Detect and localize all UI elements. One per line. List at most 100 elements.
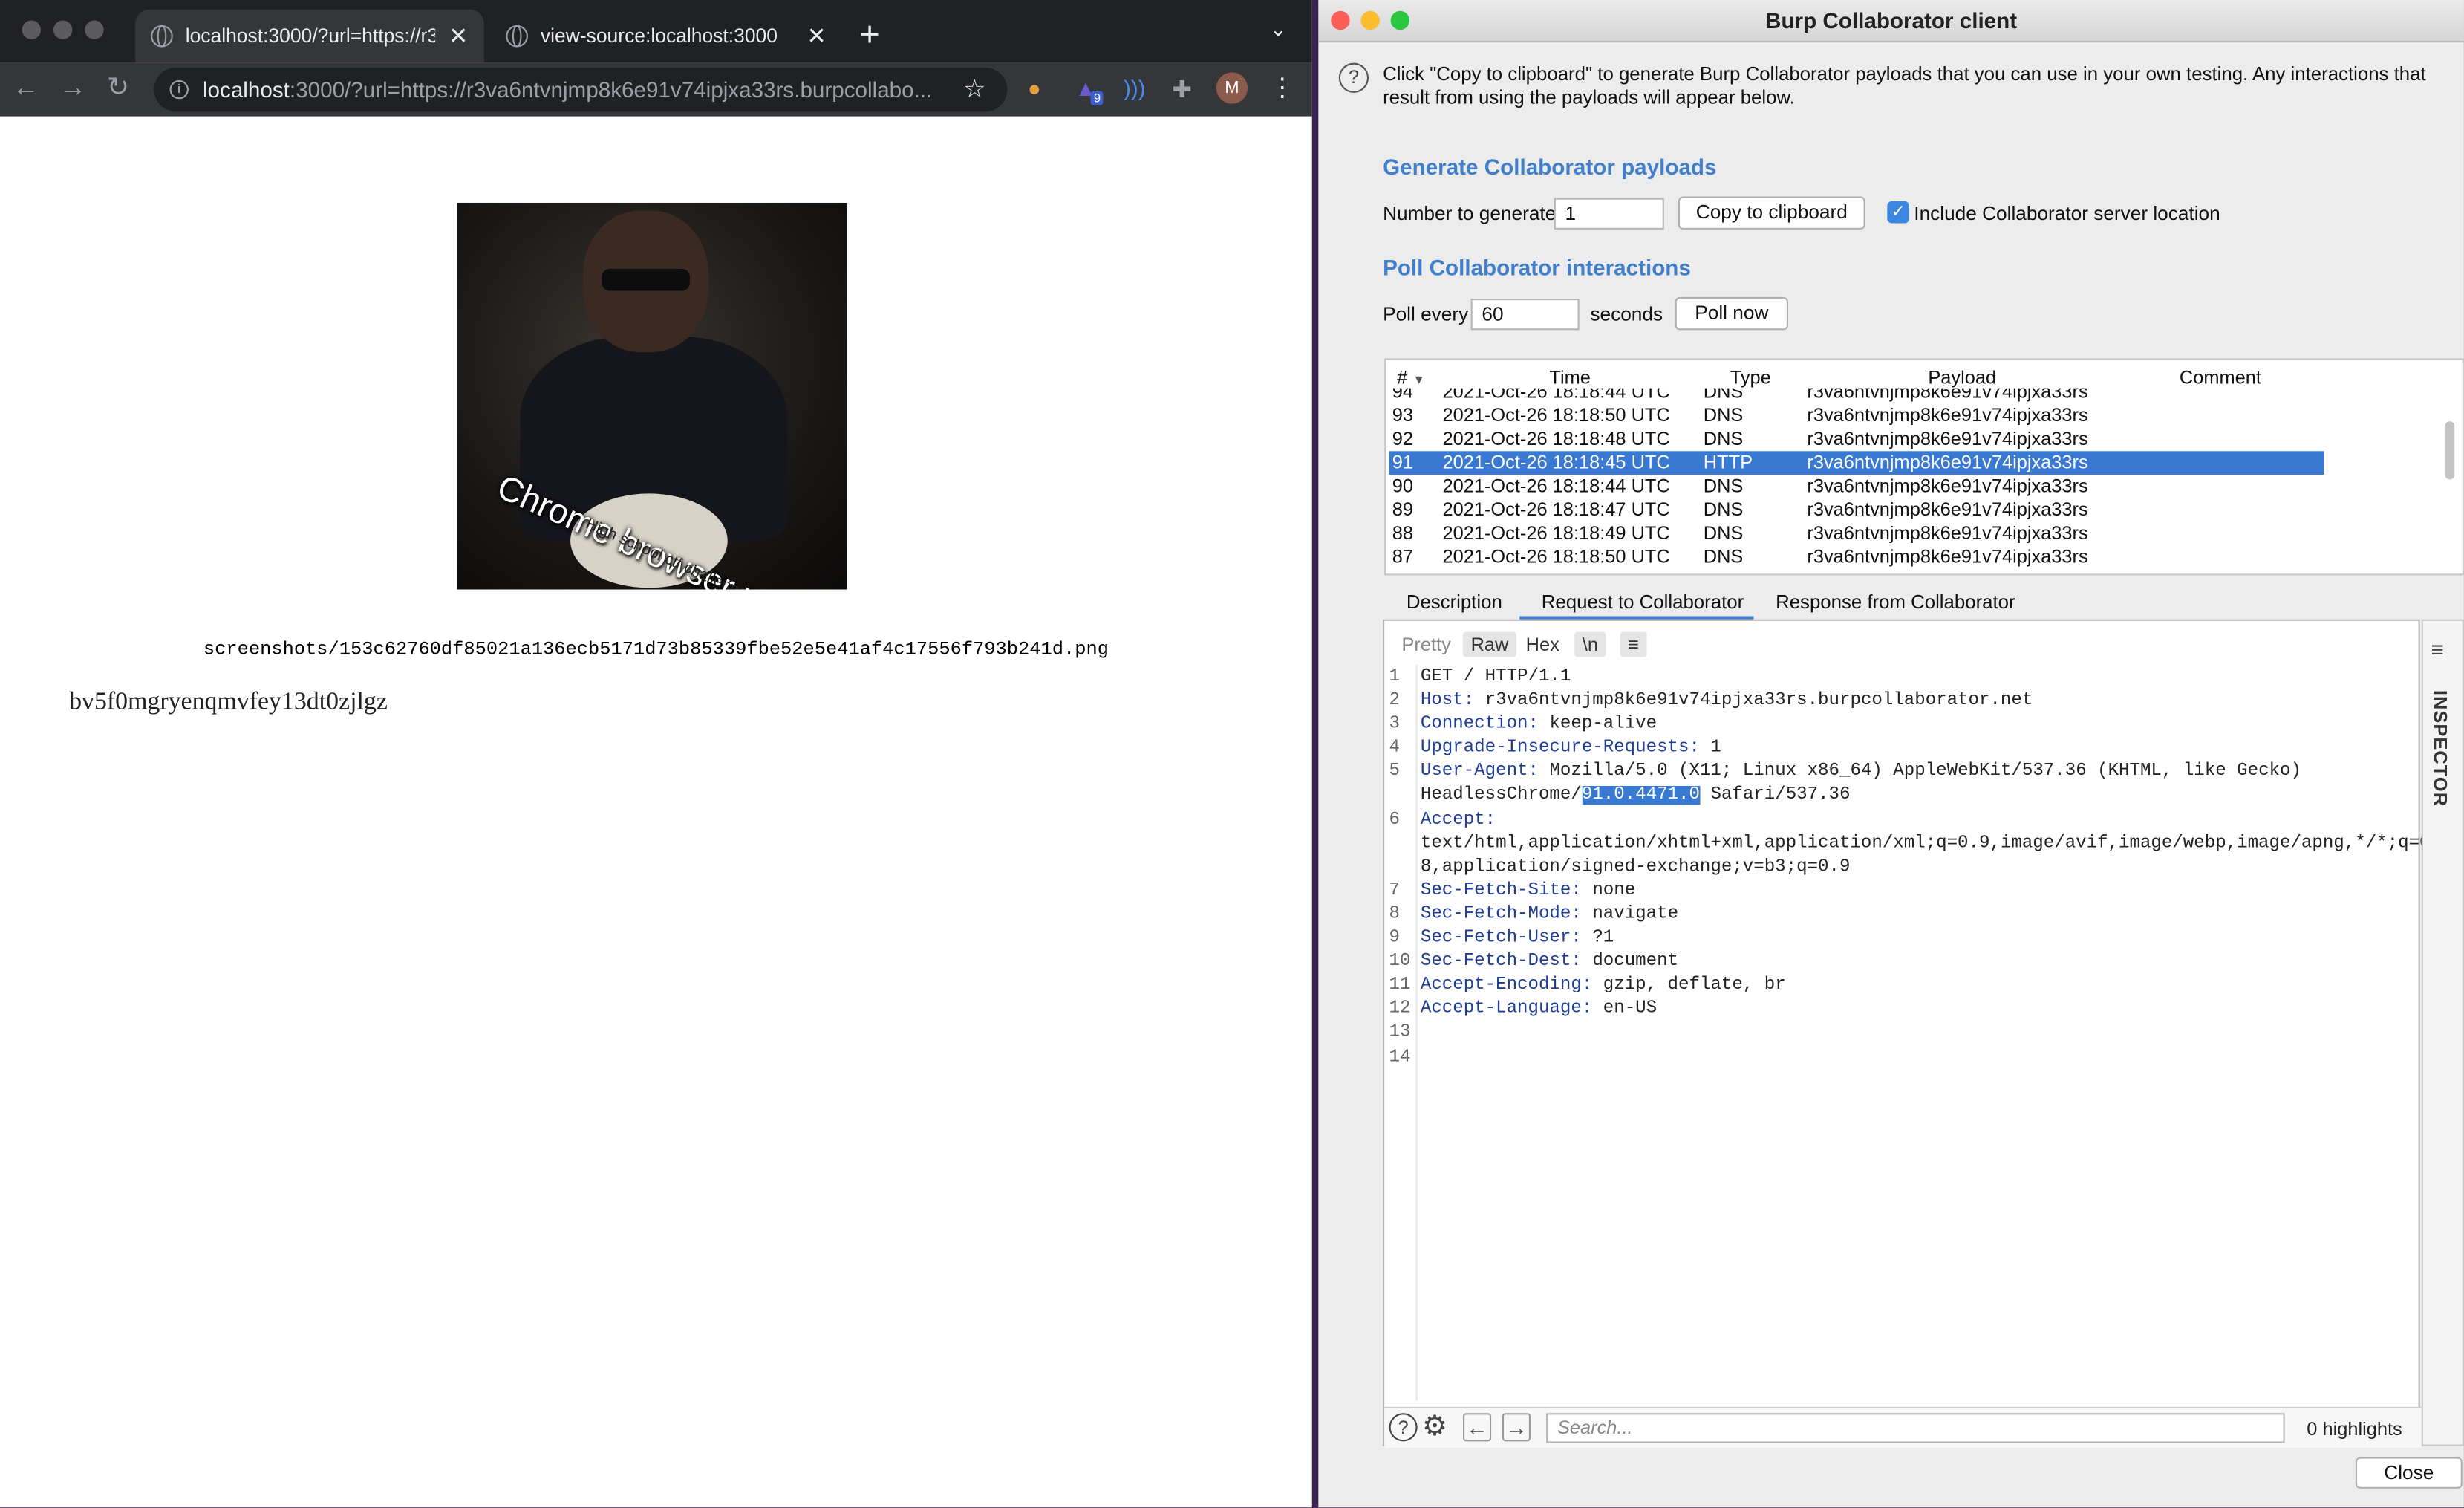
back-icon[interactable]: ← [13,72,39,103]
arrow-right-icon[interactable]: → [1502,1413,1531,1442]
generate-heading: Generate Collaborator payloads [1383,154,1717,180]
poll-heading: Poll Collaborator interactions [1383,254,1691,280]
mode-newline[interactable]: \n [1574,631,1606,657]
cell-payload: r3va6ntvnjmp8k6e91v74ipjxa33rs [1807,545,2088,568]
number-to-generate-label: Number to generate: [1383,202,1562,225]
table-row[interactable]: 91 2021-Oct-26 18:18:45 UTC HTTP r3va6ntvnj… [1389,451,2324,475]
address-bar[interactable]: i localhost:3000/?url=https://r3va6ntvnj… [154,67,1008,112]
cell-payload: r3va6ntvnjmp8k6e91v74ipjxa33rs [1807,451,2088,473]
chevron-down-icon[interactable]: ⌄ [1270,17,1287,42]
include-location-checkbox[interactable]: ✓ [1887,201,1909,224]
line-text: GET / HTTP/1.1 [1421,666,1571,690]
cookie-extension-icon[interactable]: ● [1028,76,1041,101]
header-value: 8,application/signed-exchange;v=b3;q=0.9 [1420,857,1851,877]
tab-request-to-collaborator[interactable]: Request to Collaborator [1519,591,1754,621]
header-key: Sec-Fetch-User: [1420,929,1582,949]
cell-payload: r3va6ntvnjmp8k6e91v74ipjxa33rs [1807,388,2088,403]
help-icon[interactable]: ? [1338,62,1369,93]
header-key: User-Agent: [1420,763,1539,782]
minimize-window-button[interactable] [53,20,73,39]
table-row[interactable]: 93 2021-Oct-26 18:18:50 UTC DNS r3va6ntvnjm… [1389,404,2324,428]
arrow-left-icon[interactable]: ← [1462,1413,1492,1442]
code-line: 6 Accept: [1384,809,2422,833]
gear-icon[interactable]: ⚙ [1422,1410,1447,1443]
column-header-number[interactable]: # ▼ [1397,366,1425,389]
close-window-button[interactable] [22,20,42,39]
header-value: none [1581,881,1636,901]
code-line: 9 Sec-Fetch-User: ?1 [1384,928,2422,952]
tab-response-from-collaborator[interactable]: Response from Collaborator [1776,591,2015,614]
line-number: 14 [1389,1047,1411,1067]
cell-num: 88 [1392,521,1414,545]
line-text: 8,application/signed-exchange;v=b3;q=0.9 [1421,857,1851,880]
menu-icon[interactable]: ≡ [1620,631,1647,657]
menu-icon[interactable]: ⋮ [1270,72,1295,103]
cell-num: 91 [1392,451,1414,473]
cell-payload: r3va6ntvnjmp8k6e91v74ipjxa33rs [1807,498,2088,521]
poll-interval-input[interactable]: 60 [1470,299,1580,331]
table-row[interactable]: 87 2021-Oct-26 18:18:50 UTC DNS r3va6ntvnjm… [1389,545,2324,569]
close-button[interactable]: Close [2355,1457,2463,1489]
poll-now-button[interactable]: Poll now [1675,296,1789,331]
table-row[interactable]: 90 2021-Oct-26 18:18:44 UTC DNS r3va6ntvnjm… [1389,475,2324,498]
tab-view-source[interactable]: view-source:localhost:3000 ✕ [490,10,842,63]
editor-search-bar: ? ⚙ ← → Search... 0 highlights [1384,1406,2422,1448]
puzzle-icon[interactable]: ✚ [1173,76,1193,104]
inspector-panel[interactable]: ≡ INSPECTOR [2421,619,2464,1446]
code-line: 14 [1384,1046,2422,1070]
info-icon[interactable]: i [169,79,189,100]
audio-extension-icon[interactable]: ))) [1124,76,1146,101]
reload-icon[interactable]: ↻ [107,72,129,103]
mode-pretty[interactable]: Pretty [1394,632,1458,657]
request-body[interactable]: 1 GET / HTTP/1.1 2 Host: r3va6ntvnjmp8k6e91… [1384,666,2441,1070]
code-line: 8,application/signed-exchange;v=b3;q=0.9 [1384,857,2422,880]
column-header-time[interactable]: Time [1549,366,1591,389]
line-text: Host: r3va6ntvnjmp8k6e91v74ipjxa33rs.bur… [1421,690,2033,714]
cell-type: DNS [1703,475,1744,497]
header-value: 1 [1699,739,1721,758]
cell-time: 2021-Oct-26 18:18:44 UTC [1442,475,1670,497]
tab-description[interactable]: Description [1407,591,1502,614]
avatar[interactable]: M [1216,72,1248,104]
cell-type: DNS [1703,521,1744,545]
table-row[interactable]: 88 2021-Oct-26 18:18:49 UTC DNS r3va6ntvnjm… [1389,522,2324,546]
code-line: text/html,application/xhtml+xml,applicat… [1384,833,2441,857]
close-icon[interactable]: ✕ [806,22,827,51]
line-number: 11 [1389,976,1411,995]
line-text: Connection: keep-alive [1421,714,1657,738]
cell-time: 2021-Oct-26 18:18:47 UTC [1442,498,1670,521]
column-header-type[interactable]: Type [1730,366,1771,389]
copy-to-clipboard-button[interactable]: Copy to clipboard [1678,196,1865,230]
mode-hex[interactable]: Hex [1518,632,1567,657]
header-value: Mozilla/5.0 (X11; Linux x86_64) AppleWeb… [1538,763,2301,782]
star-icon[interactable]: ☆ [963,74,985,105]
line-number: 12 [1389,1000,1411,1019]
browser-toolbar: ← → ↻ i localhost:3000/?url=https://r3va… [0,62,1312,117]
header-key: Accept-Language: [1420,1000,1593,1019]
close-window-button[interactable] [1331,10,1350,30]
cell-time: 2021-Oct-26 18:18:45 UTC [1442,451,1670,473]
line-number: 7 [1389,881,1401,901]
zoom-window-button[interactable] [1390,10,1410,30]
header-value: r3va6ntvnjmp8k6e91v74ipjxa33rs.burpcolla… [1474,692,2033,711]
number-to-generate-input[interactable]: 1 [1554,198,1664,230]
cell-time: 2021-Oct-26 18:18:50 UTC [1442,403,1670,426]
header-key: Host: [1420,692,1475,711]
close-icon[interactable]: ✕ [449,22,469,51]
forward-icon[interactable]: → [59,72,86,103]
table-row[interactable]: 89 2021-Oct-26 18:18:47 UTC DNS r3va6ntvnjm… [1389,498,2324,522]
table-scrollbar[interactable] [2445,421,2455,480]
header-value: navigate [1581,905,1679,925]
table-row[interactable]: 92 2021-Oct-26 18:18:48 UTC DNS r3va6ntvnjm… [1389,428,2324,452]
tab-localhost[interactable]: localhost:3000/?url=https://r3va6ntvnjmp… [134,9,484,63]
search-input[interactable]: Search... [1546,1413,2285,1443]
column-header-comment[interactable]: Comment [2180,366,2261,389]
mode-raw[interactable]: Raw [1462,631,1516,657]
inspector-menu-icon[interactable]: ≡ [2431,637,2443,662]
column-header-payload[interactable]: Payload [1928,366,1996,389]
plus-icon[interactable]: + [859,14,879,55]
table-row[interactable]: 94 2021-Oct-26 18:18:44 UTC DNS r3va6ntvnjm… [1389,389,2324,404]
help-icon[interactable]: ? [1389,1413,1418,1442]
zoom-window-button[interactable] [85,20,104,39]
minimize-window-button[interactable] [1360,10,1380,30]
